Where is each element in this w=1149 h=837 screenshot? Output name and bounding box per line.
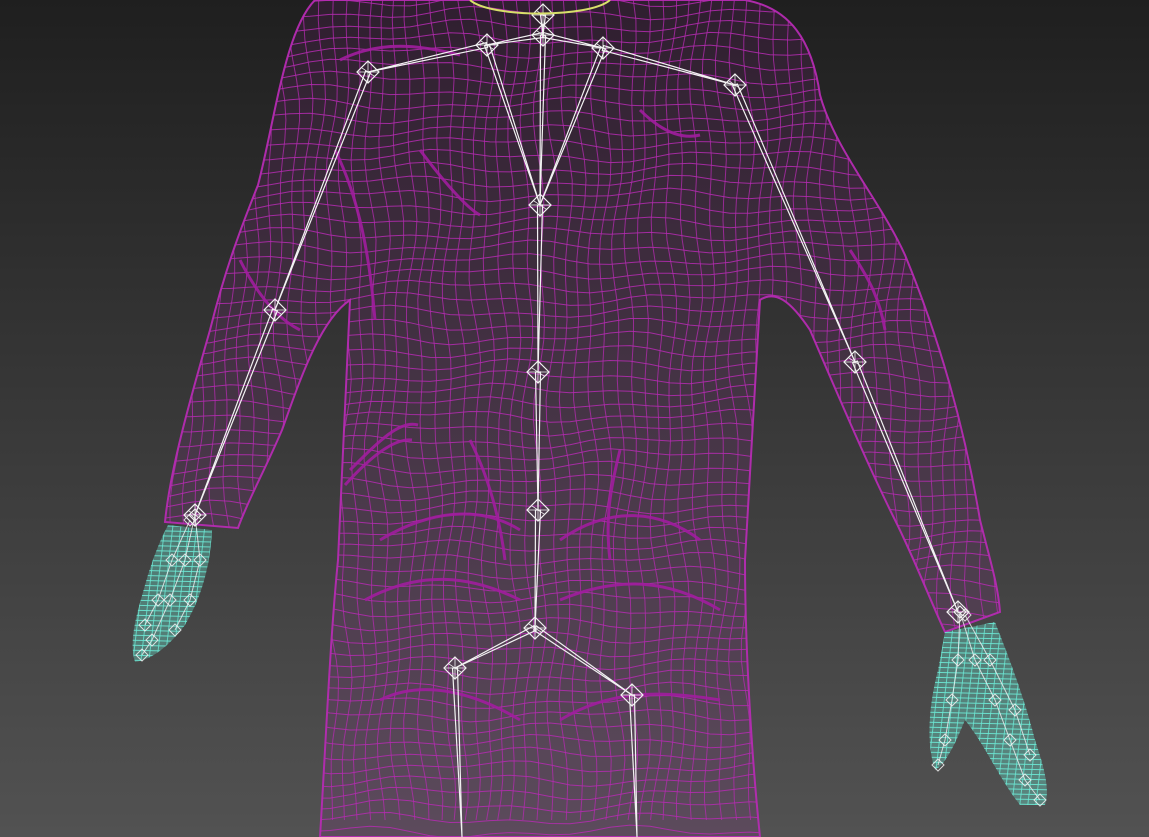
wireframe-scene[interactable] — [0, 0, 1149, 837]
3d-viewport[interactable] — [0, 0, 1149, 837]
